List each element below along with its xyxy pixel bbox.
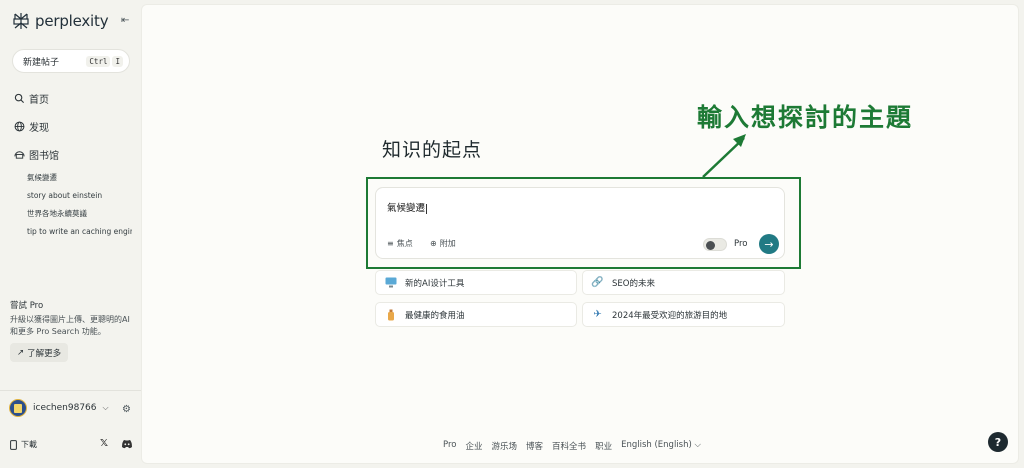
annotation-label: 輸入想探討的主題 [697, 103, 914, 132]
suggestion-label: 新的AI设计工具 [405, 278, 465, 289]
library-item[interactable]: 氣候變遷 [27, 173, 132, 191]
suggestion-card[interactable]: 🔗 SEO的未来 [582, 270, 785, 295]
download-label: 下載 [21, 440, 37, 449]
monitor-icon [384, 276, 397, 289]
sidebar-item-label: 首页 [29, 94, 49, 106]
avatar [9, 399, 27, 417]
user-menu[interactable]: icechen98766 ⌵ [9, 399, 109, 417]
library-list: 氣候變遷 story about einstein 世界各地永續莫議 tip t… [27, 173, 132, 245]
learn-more-label: 了解更多 [27, 348, 62, 359]
phone-icon [10, 439, 17, 450]
discord-icon[interactable] [121, 439, 133, 449]
footer-link-wiki[interactable]: 百科全书 [552, 440, 586, 452]
perplexity-logo-icon [13, 13, 29, 29]
divider [0, 390, 141, 391]
download-button[interactable]: 下載 [10, 439, 37, 450]
shortcut-key-i: I [112, 55, 123, 67]
gear-icon[interactable]: ⚙ [122, 404, 131, 415]
suggestion-card[interactable]: ✈ 2024年最受欢迎的旅游目的地 [582, 302, 785, 327]
suggestion-card[interactable]: 最健康的食用油 [375, 302, 577, 327]
globe-icon [14, 121, 25, 131]
help-button[interactable]: ? [988, 432, 1008, 452]
shortcut-key-ctrl: Ctrl [86, 55, 111, 67]
footer-link-blog[interactable]: 博客 [526, 440, 543, 452]
suggestion-card[interactable]: 新的AI设计工具 [375, 270, 577, 295]
logo[interactable]: perplexity [12, 12, 109, 30]
question-icon: ? [994, 435, 1002, 449]
collapse-sidebar-icon[interactable]: ⇤ [121, 15, 133, 27]
suggestion-label: 最健康的食用油 [405, 310, 465, 321]
learn-more-button[interactable]: ↗ 了解更多 [10, 343, 69, 362]
library-item[interactable]: story about einstein [27, 191, 132, 209]
sidebar-nav: 首页 发现 图书馆 [14, 91, 59, 175]
bottle-icon [384, 308, 397, 321]
sidebar-item-home[interactable]: 首页 [14, 91, 59, 106]
pro-title: 嘗試 Pro [10, 301, 44, 311]
suggestion-label: 2024年最受欢迎的旅游目的地 [612, 310, 728, 321]
sidebar-item-label: 图书馆 [29, 150, 59, 162]
link-icon: 🔗 [591, 277, 604, 288]
footer-link-careers[interactable]: 职业 [595, 440, 612, 452]
airplane-icon: ✈ [593, 309, 602, 320]
x-twitter-icon[interactable]: 𝕏 [100, 438, 108, 449]
pro-upsell: 嘗試 Pro 升級以獲得圖片上傳、更聰明的AI和更多 Pro Search 功能… [10, 299, 134, 362]
sidebar-item-library[interactable]: 图书馆 [14, 147, 59, 162]
annotation-box [366, 177, 801, 269]
username: icechen98766 [33, 403, 97, 413]
footer-link-enterprise[interactable]: 企业 [466, 440, 483, 452]
logo-text: perplexity [35, 12, 109, 30]
library-item[interactable]: tip to write an caching engine [27, 227, 132, 245]
language-select[interactable]: English (English) ⌵ [621, 440, 701, 452]
footer-links: Pro 企业 游乐场 博客 百科全书 职业 English (English) … [443, 440, 701, 452]
new-thread-button[interactable]: 新建帖子 Ctrl I [12, 49, 130, 73]
suggestion-label: SEO的未来 [612, 278, 655, 289]
new-thread-label: 新建帖子 [23, 57, 60, 68]
chevron-down-icon: ⌵ [102, 403, 109, 412]
footer-link-pro[interactable]: Pro [443, 440, 457, 452]
sidebar: perplexity ⇤ 新建帖子 Ctrl I 首页 发现 图书馆 氣候變遷 … [0, 0, 141, 468]
library-icon [14, 150, 25, 159]
page-title: 知识的起点 [382, 139, 483, 161]
arrow-up-right-icon: ↗ [17, 347, 25, 358]
search-icon [14, 93, 25, 103]
sidebar-item-discover[interactable]: 发现 [14, 119, 59, 134]
library-item[interactable]: 世界各地永續莫議 [27, 209, 132, 227]
pro-description: 升級以獲得圖片上傳、更聰明的AI和更多 Pro Search 功能。 [10, 315, 130, 336]
sidebar-item-label: 发现 [29, 122, 49, 134]
footer-link-playground[interactable]: 游乐场 [492, 440, 518, 452]
